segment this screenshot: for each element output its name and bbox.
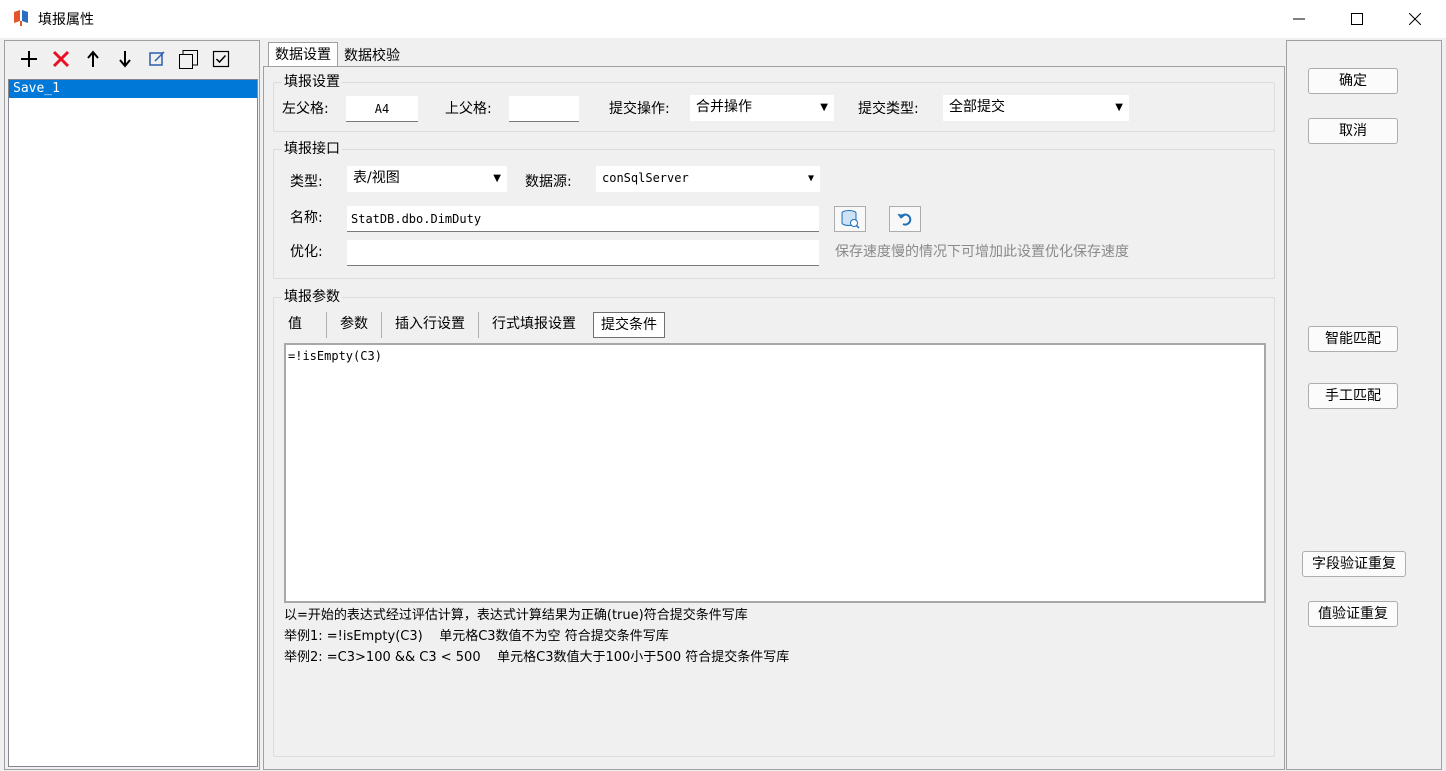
main-tabs: 数据设置 数据校验	[268, 42, 406, 66]
minimize-icon	[1293, 18, 1305, 20]
group-title: 填报参数	[282, 289, 342, 305]
left-parent-field[interactable]: A4	[346, 96, 418, 122]
type-label: 类型:	[290, 174, 323, 190]
group-title: 填报接口	[282, 141, 342, 157]
edit-icon	[149, 51, 165, 66]
check-icon	[212, 50, 230, 68]
tab-params[interactable]: 参数	[327, 312, 382, 338]
cancel-button[interactable]: 取消	[1308, 118, 1398, 144]
close-button[interactable]	[1386, 0, 1444, 38]
ok-button[interactable]: 确定	[1308, 68, 1398, 94]
params-group: 填报参数 值 参数 插入行设置 行式填报设置 提交条件 =!isEmpty(C3…	[273, 289, 1275, 757]
copy-icon	[179, 50, 198, 69]
chevron-down-icon: ▼	[820, 102, 828, 113]
interface-group: 填报接口 类型: 表/视图 ▼ 数据源: conSqlServer ▼ 名称: …	[273, 141, 1275, 279]
datasource-label: 数据源:	[525, 174, 572, 190]
left-parent-label: 左父格:	[282, 101, 329, 117]
chevron-down-icon: ▼	[493, 173, 501, 184]
tab-data-validation[interactable]: 数据校验	[338, 45, 406, 66]
type-select[interactable]: 表/视图 ▼	[347, 166, 507, 192]
check-button[interactable]	[205, 47, 237, 71]
left-panel: Save_1	[4, 40, 260, 770]
optimize-hint: 保存速度慢的情况下可增加此设置优化保存速度	[835, 244, 1129, 260]
expression-editor[interactable]: =!isEmpty(C3)	[284, 343, 1266, 603]
top-parent-label: 上父格:	[445, 101, 492, 117]
list-item[interactable]: Save_1	[9, 80, 257, 98]
smart-match-button[interactable]: 智能匹配	[1308, 326, 1398, 352]
window-title: 填报属性	[38, 12, 94, 28]
top-parent-field[interactable]	[509, 96, 579, 122]
optimize-field[interactable]	[347, 240, 819, 266]
edit-button[interactable]	[141, 47, 173, 71]
fill-settings-group: 填报设置 左父格: A4 上父格: 提交操作: 合并操作 ▼ 提交类型: 全部提…	[273, 74, 1275, 132]
tab-row-fill[interactable]: 行式填报设置	[479, 312, 589, 338]
submit-type-label: 提交类型:	[858, 101, 919, 117]
save-list[interactable]: Save_1	[8, 79, 258, 767]
tab-data-settings[interactable]: 数据设置	[268, 42, 338, 66]
title-bar: 填报属性	[0, 0, 1446, 38]
tab-submit-condition[interactable]: 提交条件	[593, 312, 665, 338]
close-icon	[1409, 13, 1421, 25]
group-title: 填报设置	[282, 74, 342, 90]
optimize-label: 优化:	[290, 244, 323, 260]
move-down-button[interactable]	[109, 47, 141, 71]
datasource-select[interactable]: conSqlServer ▼	[596, 166, 820, 192]
chevron-down-icon: ▼	[807, 173, 814, 184]
name-field[interactable]: StatDB.dbo.DimDuty	[347, 206, 819, 232]
field-validate-dup-button[interactable]: 字段验证重复	[1302, 551, 1406, 577]
tab-insert-row[interactable]: 插入行设置	[382, 312, 479, 338]
copy-button[interactable]	[173, 47, 205, 71]
help-text-1: 以=开始的表达式经过评估计算，表达式计算结果为正确(true)符合提交条件写库	[284, 608, 748, 623]
left-toolbar	[13, 47, 237, 71]
add-icon	[21, 51, 37, 67]
submit-type-value: 全部提交	[949, 99, 1005, 115]
maximize-icon	[1351, 13, 1363, 25]
help-text-2: 举例1: =!isEmpty(C3) 单元格C3数值不为空 符合提交条件写库	[284, 629, 669, 644]
app-icon	[14, 10, 28, 26]
type-value: 表/视图	[353, 170, 400, 186]
name-label: 名称:	[290, 210, 323, 226]
minimize-button[interactable]	[1270, 0, 1328, 38]
move-down-icon	[119, 51, 131, 68]
datasource-value: conSqlServer	[602, 171, 689, 185]
submit-op-value: 合并操作	[696, 99, 752, 115]
chevron-down-icon: ▼	[1115, 102, 1123, 113]
help-text-3: 举例2: =C3>100 && C3 < 500 单元格C3数值大于100小于5…	[284, 650, 790, 665]
refresh-button[interactable]	[889, 206, 921, 232]
submit-op-label: 提交操作:	[609, 101, 670, 117]
add-button[interactable]	[13, 47, 45, 71]
database-icon	[841, 210, 860, 229]
right-panel: 确定 取消 智能匹配 手工匹配 字段验证重复 值验证重复	[1286, 40, 1442, 770]
submit-type-select[interactable]: 全部提交 ▼	[943, 95, 1129, 121]
undo-icon	[897, 213, 912, 226]
main-panel: 填报设置 左父格: A4 上父格: 提交操作: 合并操作 ▼ 提交类型: 全部提…	[263, 66, 1285, 770]
browse-table-button[interactable]	[834, 206, 866, 232]
submit-op-select[interactable]: 合并操作 ▼	[690, 95, 834, 121]
value-validate-dup-button[interactable]: 值验证重复	[1308, 601, 1398, 627]
move-up-button[interactable]	[77, 47, 109, 71]
delete-icon	[52, 50, 70, 68]
maximize-button[interactable]	[1328, 0, 1386, 38]
move-up-icon	[87, 50, 99, 67]
param-tabs: 值 参数 插入行设置 行式填报设置 提交条件	[278, 312, 665, 338]
tab-value[interactable]: 值	[278, 312, 327, 338]
manual-match-button[interactable]: 手工匹配	[1308, 383, 1398, 409]
delete-button[interactable]	[45, 47, 77, 71]
